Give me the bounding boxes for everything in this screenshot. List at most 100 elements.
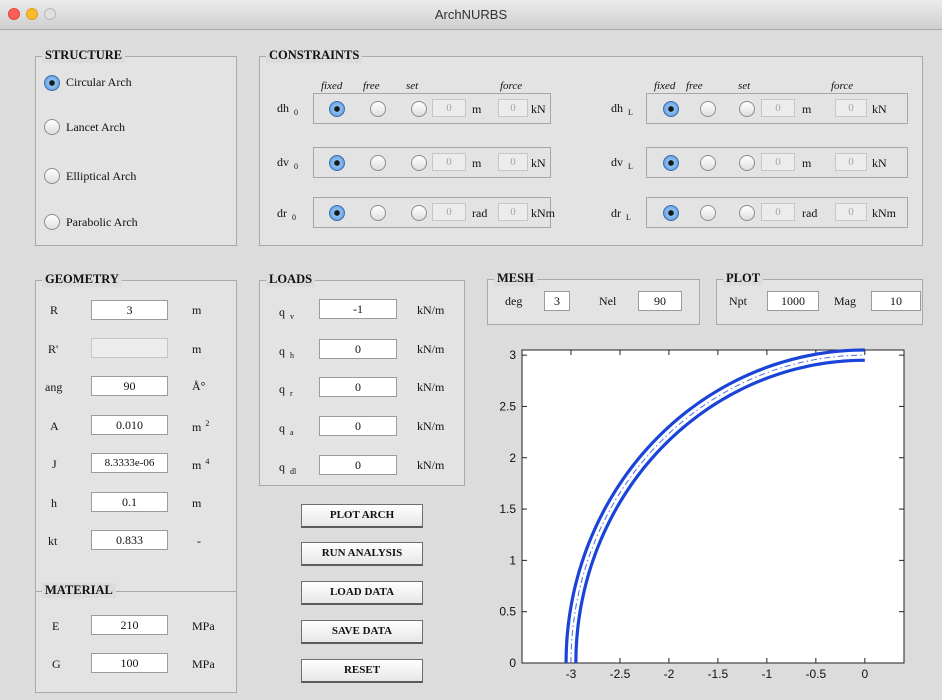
constraint-dr0-value[interactable]: 0 xyxy=(432,203,466,221)
constraint-drL-value[interactable]: 0 xyxy=(761,203,795,221)
constraint-drL-free-radio[interactable] xyxy=(700,205,716,221)
constraint-dv0-group: 0 m 0 kN xyxy=(313,147,551,178)
geometry-ang-label: ang xyxy=(45,380,63,394)
mesh-nel-input[interactable]: 90 xyxy=(638,291,682,311)
material-panel: MATERIAL E 210 MPa G 100 MPa xyxy=(35,583,237,693)
constraint-dh0-force[interactable]: 0 xyxy=(498,99,528,117)
geometry-h-unit: m xyxy=(192,496,202,510)
constraint-drL-set-radio[interactable] xyxy=(739,205,755,221)
load-qa-unit: kN/m xyxy=(417,419,445,433)
constraint-dvL-label: dv L xyxy=(611,155,633,171)
load-qh-unit: kN/m xyxy=(417,342,445,356)
constraint-dh0-free-radio[interactable] xyxy=(370,101,386,117)
radio-lancet-arch[interactable] xyxy=(44,119,60,135)
plot-npt-label: Npt xyxy=(729,294,747,308)
y-tick-label: 0 xyxy=(509,656,516,670)
structure-title: STRUCTURE xyxy=(42,48,126,63)
radio-parabolic-arch[interactable] xyxy=(44,214,60,230)
constraint-dvL-force[interactable]: 0 xyxy=(835,153,867,171)
reset-button[interactable]: RESET xyxy=(301,659,423,683)
mesh-deg-input[interactable]: 3 xyxy=(544,291,570,311)
constraint-dr0-label: dr 0 xyxy=(277,206,296,222)
constraint-dh0-value[interactable]: 0 xyxy=(432,99,466,117)
material-e-unit: MPa xyxy=(192,619,215,633)
geometry-ang-unit: Å° xyxy=(192,379,206,393)
constraint-dr0-set-radio[interactable] xyxy=(411,205,427,221)
constraint-dh0-set-radio[interactable] xyxy=(411,101,427,117)
label-lancet-arch: Lancet Arch xyxy=(66,120,125,134)
constraint-dv0-free-radio[interactable] xyxy=(370,155,386,171)
constraint-dv0-value[interactable]: 0 xyxy=(432,153,466,171)
constraint-dvL-fixed-radio[interactable] xyxy=(663,155,679,171)
constraint-dh0-fixed-radio[interactable] xyxy=(329,101,345,117)
load-qr-input[interactable]: 0 xyxy=(319,377,397,397)
constraint-dr0-force[interactable]: 0 xyxy=(498,203,528,221)
constraint-drL-fixed-radio[interactable] xyxy=(663,205,679,221)
mesh-nel-label: Nel xyxy=(599,294,617,308)
window-title: ArchNURBS xyxy=(434,7,508,22)
material-e-input[interactable]: 210 xyxy=(91,615,168,635)
mesh-title: MESH xyxy=(494,271,537,286)
x-tick-label: -2.5 xyxy=(610,667,631,681)
constraint-dr0-group: 0 rad 0 kNm xyxy=(313,197,555,228)
geometry-ang-input[interactable]: 90 xyxy=(91,376,168,396)
title-bar: ArchNURBS xyxy=(0,0,942,30)
constraint-dhL-set-radio[interactable] xyxy=(739,101,755,117)
constraint-dvL-value[interactable]: 0 xyxy=(761,153,795,171)
geometry-r-input[interactable]: 3 xyxy=(91,300,168,320)
constraint-dr0-fixed-radio[interactable] xyxy=(329,205,345,221)
geometry-panel: GEOMETRY R 3 m R' m ang 90 Å° A 0.010 m2… xyxy=(35,272,237,594)
constraint-dhL-unit: m xyxy=(802,102,812,116)
plot-arch-button[interactable]: PLOT ARCH xyxy=(301,504,423,528)
run-analysis-button[interactable]: RUN ANALYSIS xyxy=(301,542,423,566)
header-set-left: set xyxy=(406,80,419,92)
plot-title: PLOT xyxy=(723,271,764,286)
constraint-dvL-group: 0 m 0 kN xyxy=(646,147,908,178)
constraint-dhL-value[interactable]: 0 xyxy=(761,99,795,117)
geometry-kt-label: kt xyxy=(48,534,58,548)
constraint-dr0-free-radio[interactable] xyxy=(370,205,386,221)
plot-npt-input[interactable]: 1000 xyxy=(767,291,819,311)
arch-plot: -3 -2.5 -2 -1.5 -1 -0.5 0 0 0.5 1 1.5 2 2.5 3 xyxy=(499,348,905,681)
constraint-dhL-force-unit: kN xyxy=(872,102,887,116)
y-tick-label: 3 xyxy=(509,348,516,362)
x-tick-label: -0.5 xyxy=(806,667,827,681)
save-data-button[interactable]: SAVE DATA xyxy=(301,620,423,644)
constraint-dvL-unit: m xyxy=(802,156,812,170)
load-data-button[interactable]: LOAD DATA xyxy=(301,581,423,605)
geometry-a-input[interactable]: 0.010 xyxy=(91,415,168,435)
load-qdl-input[interactable]: 0 xyxy=(319,455,397,475)
y-tick-label: 2 xyxy=(509,451,516,465)
load-qv-label: qv xyxy=(279,305,294,321)
plot-mag-input[interactable]: 10 xyxy=(871,291,921,311)
geometry-r-label: R xyxy=(50,303,59,317)
constraint-dv0-unit: m xyxy=(472,156,482,170)
constraint-dvL-set-radio[interactable] xyxy=(739,155,755,171)
load-qa-input[interactable]: 0 xyxy=(319,416,397,436)
constraint-dvL-free-radio[interactable] xyxy=(700,155,716,171)
load-qa-label: qa xyxy=(279,421,294,437)
load-qv-input[interactable]: -1 xyxy=(319,299,397,319)
constraint-dv0-force[interactable]: 0 xyxy=(498,153,528,171)
geometry-kt-unit: - xyxy=(197,534,201,548)
geometry-j-input[interactable]: 8.3333e-06 xyxy=(91,453,168,473)
constraint-dhL-free-radio[interactable] xyxy=(700,101,716,117)
constraint-dv0-set-radio[interactable] xyxy=(411,155,427,171)
constraint-dr0-force-unit: kNm xyxy=(531,206,555,220)
radio-circular-arch[interactable] xyxy=(44,75,60,91)
header-fixed-left: fixed xyxy=(321,80,343,92)
constraint-dhL-fixed-radio[interactable] xyxy=(663,101,679,117)
constraint-drL-force[interactable]: 0 xyxy=(835,203,867,221)
constraint-dv0-fixed-radio[interactable] xyxy=(329,155,345,171)
geometry-h-input[interactable]: 0.1 xyxy=(91,492,168,512)
constraint-dhL-force[interactable]: 0 xyxy=(835,99,867,117)
constraints-panel: CONSTRAINTS fixed free set force fixed f… xyxy=(259,48,923,246)
load-qv-unit: kN/m xyxy=(417,303,445,317)
load-qh-input[interactable]: 0 xyxy=(319,339,397,359)
geometry-kt-input[interactable]: 0.833 xyxy=(91,530,168,550)
radio-elliptical-arch[interactable] xyxy=(44,168,60,184)
geometry-h-label: h xyxy=(51,496,57,510)
material-g-input[interactable]: 100 xyxy=(91,653,168,673)
app-body: STRUCTURE Circular Arch Lancet Arch Elli… xyxy=(0,30,942,700)
geometry-rprime-input[interactable] xyxy=(91,338,168,358)
